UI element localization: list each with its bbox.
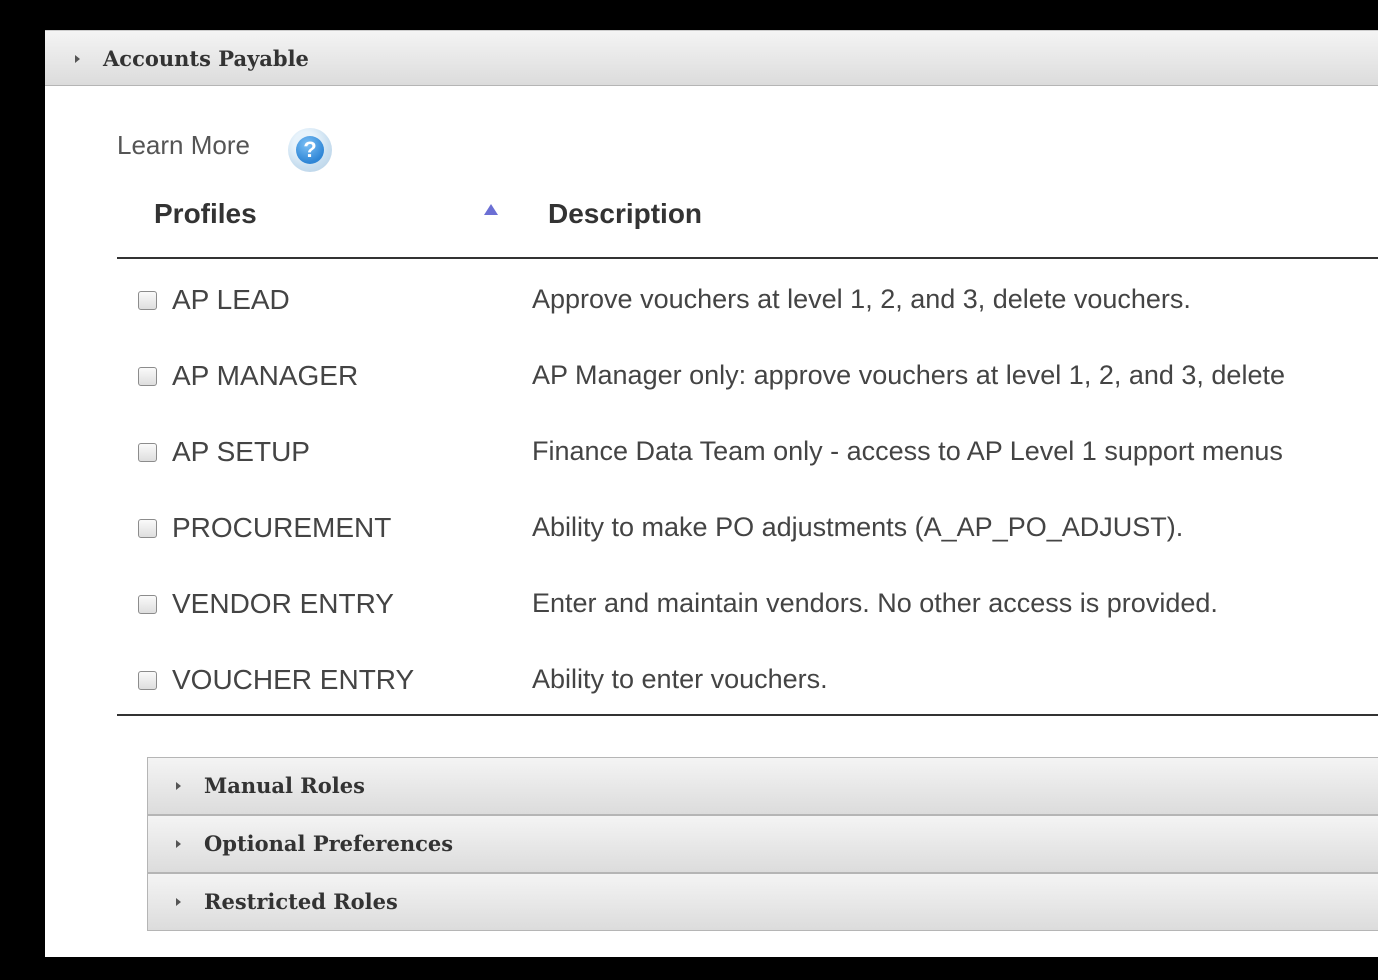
subsection-title: Restricted Roles bbox=[204, 889, 398, 914]
profile-checkbox[interactable] bbox=[138, 443, 157, 462]
restricted-roles-header[interactable]: Restricted Roles bbox=[147, 873, 1378, 931]
profile-name: PROCUREMENT bbox=[172, 512, 392, 543]
accounts-payable-header[interactable]: Accounts Payable bbox=[45, 30, 1378, 86]
table-row: VOUCHER ENTRY Ability to enter vouchers. bbox=[117, 640, 1378, 716]
optional-preferences-header[interactable]: Optional Preferences bbox=[147, 815, 1378, 873]
help-question-glyph: ? bbox=[296, 136, 324, 164]
profile-description: Ability to enter vouchers. bbox=[532, 664, 828, 694]
manual-roles-header[interactable]: Manual Roles bbox=[147, 757, 1378, 815]
profile-name: AP SETUP bbox=[172, 436, 310, 467]
app-frame: Accounts Payable Learn More ? Profiles D… bbox=[45, 30, 1378, 957]
table-bottom-rule bbox=[117, 714, 1378, 716]
profile-checkbox[interactable] bbox=[138, 595, 157, 614]
expand-triangle-icon bbox=[176, 898, 181, 906]
expand-triangle-icon bbox=[176, 840, 181, 848]
subsection-title: Optional Preferences bbox=[204, 831, 454, 856]
profile-description: Enter and maintain vendors. No other acc… bbox=[532, 588, 1218, 618]
profile-checkbox[interactable] bbox=[138, 519, 157, 538]
profile-description: AP Manager only: approve vouchers at lev… bbox=[532, 360, 1285, 390]
table-row: AP MANAGER AP Manager only: approve vouc… bbox=[117, 336, 1378, 412]
learn-more-label: Learn More bbox=[117, 130, 250, 160]
profile-checkbox[interactable] bbox=[138, 291, 157, 310]
profile-description: Ability to make PO adjustments (A_AP_PO_… bbox=[532, 512, 1184, 542]
profile-name: VOUCHER ENTRY bbox=[172, 664, 415, 695]
profile-name: VENDOR ENTRY bbox=[172, 588, 394, 619]
profile-description: Approve vouchers at level 1, 2, and 3, d… bbox=[532, 284, 1191, 314]
profile-checkbox[interactable] bbox=[138, 367, 157, 386]
expand-triangle-icon bbox=[75, 55, 80, 63]
table-top-rule bbox=[117, 257, 1378, 259]
table-row: VENDOR ENTRY Enter and maintain vendors.… bbox=[117, 564, 1378, 640]
sort-ascending-icon[interactable] bbox=[484, 204, 498, 215]
column-header-profiles[interactable]: Profiles bbox=[154, 198, 257, 230]
profile-name: AP MANAGER bbox=[172, 360, 359, 391]
table-row: AP SETUP Finance Data Team only - access… bbox=[117, 412, 1378, 488]
subsection-title: Manual Roles bbox=[204, 773, 365, 798]
profile-description: Finance Data Team only - access to AP Le… bbox=[532, 436, 1283, 466]
table-row: AP LEAD Approve vouchers at level 1, 2, … bbox=[117, 260, 1378, 336]
expand-triangle-icon bbox=[176, 782, 181, 790]
help-icon[interactable]: ? bbox=[288, 128, 332, 172]
section-title: Accounts Payable bbox=[103, 46, 309, 71]
profile-checkbox[interactable] bbox=[138, 671, 157, 690]
table-row: PROCUREMENT Ability to make PO adjustmen… bbox=[117, 488, 1378, 564]
column-header-description: Description bbox=[548, 198, 703, 229]
profile-name: AP LEAD bbox=[172, 284, 290, 315]
